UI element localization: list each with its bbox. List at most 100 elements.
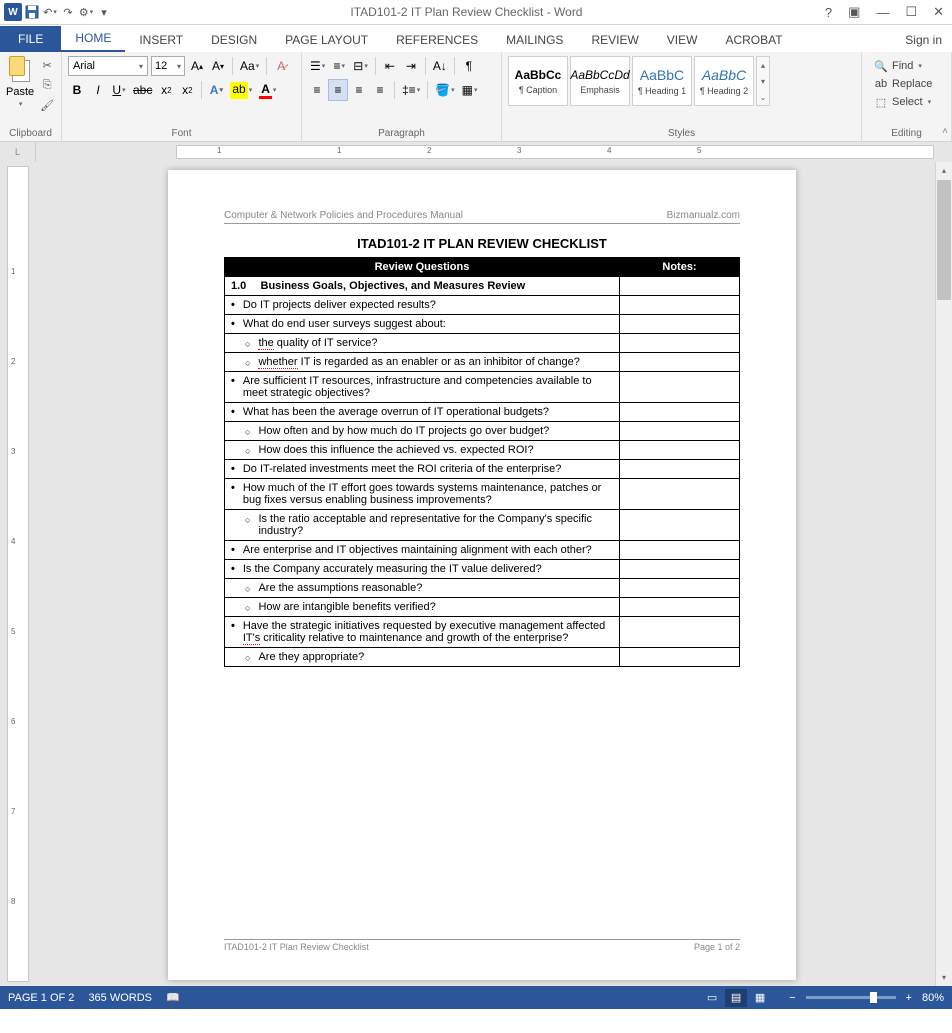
qat-more-icon[interactable]: ▾	[96, 4, 112, 20]
style-heading1[interactable]: AaBbC¶ Heading 1	[632, 56, 692, 106]
tab-page-layout[interactable]: PAGE LAYOUT	[271, 28, 382, 52]
zoom-slider-thumb[interactable]	[870, 992, 877, 1003]
group-styles: AaBbCc¶ Caption AaBbCcDdEmphasis AaBbC¶ …	[502, 52, 862, 141]
text-effects-icon[interactable]: A▾	[207, 80, 225, 100]
ruler-horizontal[interactable]: 1 1 2 3 4 5	[176, 145, 934, 159]
strikethrough-button[interactable]: abc	[131, 80, 154, 100]
quick-access-toolbar: W ↶▾ ↷ ⚙▾ ▾	[4, 3, 112, 21]
sort-icon[interactable]: A↓	[431, 56, 449, 76]
tab-acrobat[interactable]: ACROBAT	[711, 28, 796, 52]
cut-icon[interactable]: ✂	[38, 56, 56, 74]
line-spacing-icon[interactable]: ‡≡▾	[400, 80, 422, 100]
maximize-icon[interactable]: ☐	[901, 4, 921, 20]
redo-icon[interactable]: ↷	[60, 4, 76, 20]
status-page[interactable]: PAGE 1 OF 2	[8, 992, 74, 1004]
view-switcher: ▭ ▤ ▦	[701, 989, 771, 1007]
table-row: the quality of IT service?	[225, 334, 740, 353]
select-button[interactable]: ⬚Select▾	[872, 94, 941, 110]
multilevel-list-icon[interactable]: ⊟▾	[351, 56, 370, 76]
styles-gallery: AaBbCc¶ Caption AaBbCcDdEmphasis AaBbC¶ …	[508, 56, 855, 106]
collapse-ribbon-icon[interactable]: ˄	[942, 126, 948, 137]
style-emphasis[interactable]: AaBbCcDdEmphasis	[570, 56, 630, 106]
sign-in-link[interactable]: Sign in	[895, 28, 952, 52]
superscript-button[interactable]: x2	[178, 80, 196, 100]
tab-home[interactable]: HOME	[61, 26, 125, 52]
tab-mailings[interactable]: MAILINGS	[492, 28, 577, 52]
align-left-icon[interactable]: ≡	[308, 80, 326, 100]
clear-formatting-icon[interactable]: A̷	[272, 56, 290, 76]
page-area[interactable]: Computer & Network Policies and Procedur…	[29, 162, 935, 986]
scroll-up-icon[interactable]: ▴	[936, 162, 952, 179]
justify-icon[interactable]: ≡	[371, 80, 389, 100]
editing-label: Editing	[868, 126, 945, 139]
change-case-icon[interactable]: Aa▾	[238, 56, 261, 76]
save-icon[interactable]	[24, 4, 40, 20]
table-row: What do end user surveys suggest about:	[225, 315, 740, 334]
subscript-button[interactable]: x2	[157, 80, 175, 100]
bullets-icon[interactable]: ☰▾	[308, 56, 327, 76]
tab-file[interactable]: FILE	[0, 26, 61, 52]
table-row: How does this influence the achieved vs.…	[225, 441, 740, 460]
font-size-select[interactable]: 12▾	[151, 56, 185, 76]
view-read-icon[interactable]: ▭	[701, 989, 723, 1007]
table-row: What has been the average overrun of IT …	[225, 403, 740, 422]
scroll-down-icon[interactable]: ▾	[936, 969, 952, 986]
zoom-in-icon[interactable]: +	[902, 992, 916, 1004]
undo-icon[interactable]: ↶▾	[42, 4, 58, 20]
italic-button[interactable]: I	[89, 80, 107, 100]
minimize-icon[interactable]: —	[872, 5, 893, 20]
help-icon[interactable]: ?	[821, 5, 836, 20]
close-icon[interactable]: ✕	[929, 4, 948, 20]
font-size-value: 12	[155, 60, 167, 72]
table-row: Are enterprise and IT objectives maintai…	[225, 541, 740, 560]
spellcheck-icon[interactable]: 📖	[166, 991, 180, 1004]
title-bar: W ↶▾ ↷ ⚙▾ ▾ ITAD101-2 IT Plan Review Che…	[0, 0, 952, 25]
col-notes: Notes:	[620, 258, 740, 277]
tab-design[interactable]: DESIGN	[197, 28, 271, 52]
replace-button[interactable]: abReplace	[872, 76, 941, 92]
show-marks-icon[interactable]: ¶	[460, 56, 478, 76]
zoom-out-icon[interactable]: −	[785, 992, 799, 1004]
underline-button[interactable]: U▾	[110, 80, 128, 100]
doc-title: ITAD101-2 IT PLAN REVIEW CHECKLIST	[224, 236, 740, 251]
style-caption[interactable]: AaBbCc¶ Caption	[508, 56, 568, 106]
view-print-icon[interactable]: ▤	[725, 989, 747, 1007]
ruler-vertical[interactable]: 1 2 3 4 5 6 7 8	[7, 166, 29, 982]
format-painter-icon[interactable]: 🖌	[38, 96, 56, 114]
font-color-icon[interactable]: A▾	[257, 80, 278, 100]
decrease-indent-icon[interactable]: ⇤	[381, 56, 399, 76]
bold-button[interactable]: B	[68, 80, 86, 100]
grow-font-icon[interactable]: A▴	[188, 56, 206, 76]
paste-button[interactable]: Paste ▾	[6, 56, 34, 126]
tab-view[interactable]: VIEW	[653, 28, 712, 52]
shrink-font-icon[interactable]: A▾	[209, 56, 227, 76]
shading-icon[interactable]: 🪣▾	[433, 80, 456, 100]
scroll-thumb[interactable]	[937, 180, 951, 300]
align-center-icon[interactable]: ≡	[329, 80, 347, 100]
word-app-icon[interactable]: W	[4, 3, 22, 21]
paragraph-label: Paragraph	[308, 126, 495, 139]
tab-insert[interactable]: INSERT	[125, 28, 197, 52]
table-row: How are intangible benefits verified?	[225, 598, 740, 617]
zoom-value[interactable]: 80%	[922, 992, 944, 1004]
customize-qat-icon[interactable]: ⚙▾	[78, 4, 94, 20]
numbering-icon[interactable]: ≡▾	[330, 56, 348, 76]
style-heading2[interactable]: AaBbC¶ Heading 2	[694, 56, 754, 106]
view-web-icon[interactable]: ▦	[749, 989, 771, 1007]
copy-icon[interactable]: ⎘	[38, 76, 56, 94]
status-words[interactable]: 365 WORDS	[88, 992, 152, 1004]
font-name-select[interactable]: Arial▾	[68, 56, 148, 76]
zoom-slider[interactable]	[806, 996, 896, 999]
align-right-icon[interactable]: ≡	[350, 80, 368, 100]
scrollbar-vertical[interactable]: ▴ ▾	[935, 162, 952, 986]
tab-references[interactable]: REFERENCES	[382, 28, 492, 52]
increase-indent-icon[interactable]: ⇥	[402, 56, 420, 76]
find-button[interactable]: 🔍Find▾	[872, 58, 941, 74]
tab-review[interactable]: REVIEW	[577, 28, 652, 52]
group-font: Arial▾ 12▾ A▴ A▾ Aa▾ A̷ B I U▾ abc x2 x2…	[62, 52, 302, 141]
highlight-icon[interactable]: ab▾	[228, 80, 254, 100]
styles-scroll[interactable]: ▴▾⌄	[756, 56, 770, 106]
doc-header-left: Computer & Network Policies and Procedur…	[224, 210, 463, 221]
borders-icon[interactable]: ▦▾	[460, 80, 480, 100]
ribbon-display-icon[interactable]: ▣	[844, 4, 864, 20]
